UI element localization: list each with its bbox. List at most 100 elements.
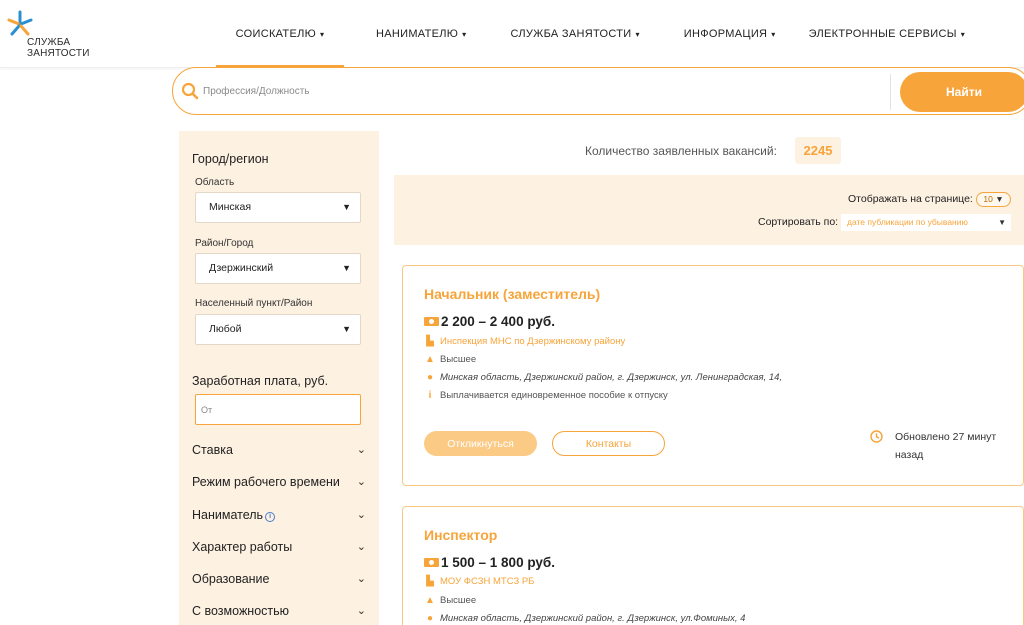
locality-label: Населенный пункт/Район bbox=[195, 298, 313, 309]
filter-work-schedule-label: Режим рабочего времени bbox=[192, 475, 340, 489]
location-heading: Город/регион bbox=[192, 152, 269, 166]
filter-education[interactable]: Образование ⌄ bbox=[192, 572, 366, 586]
locality-select[interactable]: Любой ▼ bbox=[195, 314, 361, 345]
vacancy-title[interactable]: Начальник (заместитель) bbox=[424, 286, 600, 302]
vacancy-card[interactable]: Начальник (заместитель) 2 200 – 2 400 ру… bbox=[402, 265, 1024, 486]
logo-line-2: ЗАНЯТОСТИ bbox=[27, 48, 90, 59]
info-icon: i bbox=[428, 390, 432, 401]
vacancy-address: ● Минская область, Дзержинский район, г. … bbox=[424, 372, 782, 383]
district-select-value: Дзержинский bbox=[209, 262, 274, 274]
filter-rate-label: Ставка bbox=[192, 443, 233, 457]
chevron-down-icon: ⌄ bbox=[356, 444, 366, 456]
money-icon bbox=[424, 558, 439, 567]
vacancy-education: ▲ Высшее bbox=[424, 354, 476, 365]
location-pin-icon: ● bbox=[426, 372, 434, 383]
vacancy-salary: 1 500 – 1 800 руб. bbox=[424, 555, 555, 570]
sort-label: Сортировать по: bbox=[758, 216, 839, 228]
results-controls: Отображать на странице: 10 ▼ Сортировать… bbox=[394, 175, 1024, 245]
caret-down-icon: ▼ bbox=[342, 263, 351, 273]
vacancy-card[interactable]: Инспектор 1 500 – 1 800 руб. ▙ МОУ ФСЗН М… bbox=[402, 506, 1024, 625]
salary-heading: Заработная плата, руб. bbox=[192, 374, 329, 388]
vacancy-address-value: Минская область, Дзержинский район, г. Д… bbox=[440, 372, 783, 383]
page: СЛУЖБА ЗАНЯТОСТИ СОИСКАТЕЛЮ ▾ НАНИМАТЕЛЮ ▾… bbox=[0, 0, 1024, 625]
vacancy-address-value: Минская область, Дзержинский район, г. Д… bbox=[440, 613, 746, 624]
search-input[interactable] bbox=[203, 78, 883, 104]
header: СЛУЖБА ЗАНЯТОСТИ СОИСКАТЕЛЮ ▾ НАНИМАТЕЛЮ ▾… bbox=[0, 0, 1024, 68]
district-select[interactable]: Дзержинский ▼ bbox=[195, 253, 361, 284]
vacancy-count-label: Количество заявленных вакансий: bbox=[585, 144, 777, 158]
nav-jobseeker[interactable]: СОИСКАТЕЛЮ ▾ bbox=[216, 0, 344, 68]
vacancy-employer-name: Инспекция МНС по Дзержинскому району bbox=[440, 336, 626, 347]
logo[interactable]: СЛУЖБА ЗАНЯТОСТИ bbox=[6, 10, 96, 62]
vacancy-employer[interactable]: ▙ МОУ ФСЗН МТСЗ РБ bbox=[424, 576, 534, 587]
filter-employer-label: Наниматель bbox=[192, 508, 264, 522]
building-icon: ▙ bbox=[426, 336, 434, 347]
vacancy-education: ▲ Высшее bbox=[424, 595, 476, 606]
main-nav: СОИСКАТЕЛЮ ▾ НАНИМАТЕЛЮ ▾ СЛУЖБА ЗАНЯТОСТИ… bbox=[216, 0, 965, 68]
caret-down-icon: ▼ bbox=[342, 202, 351, 212]
respond-button[interactable]: Откликнуться bbox=[424, 431, 537, 456]
vacancy-count-badge: 2245 bbox=[795, 137, 841, 164]
info-icon[interactable]: i bbox=[265, 512, 276, 522]
filter-possibility[interactable]: С возможностью ⌄ bbox=[192, 604, 366, 618]
salary-from-input[interactable] bbox=[195, 394, 361, 425]
caret-down-icon: ▼ bbox=[342, 324, 351, 334]
nav-information[interactable]: ИНФОРМАЦИЯ ▾ bbox=[684, 0, 776, 68]
nav-e-services-label: ЭЛЕКТРОННЫЕ СЕРВИСЫ bbox=[808, 28, 957, 40]
region-label: Область bbox=[195, 177, 235, 188]
region-select[interactable]: Минская ▼ bbox=[195, 192, 361, 223]
logo-text: СЛУЖБА ЗАНЯТОСТИ bbox=[27, 37, 90, 59]
nav-employment-service-label: СЛУЖБА ЗАНЯТОСТИ bbox=[510, 28, 632, 40]
nav-e-services[interactable]: ЭЛЕКТРОННЫЕ СЕРВИСЫ ▾ bbox=[809, 0, 965, 68]
filter-rate[interactable]: Ставка ⌄ bbox=[192, 443, 366, 457]
nav-jobseeker-label: СОИСКАТЕЛЮ bbox=[235, 28, 317, 40]
clock-icon bbox=[870, 430, 883, 443]
vacancy-title[interactable]: Инспектор bbox=[424, 527, 497, 543]
chevron-down-icon: ⌄ bbox=[356, 476, 366, 488]
search-icon bbox=[181, 82, 199, 100]
vacancy-salary-value: 1 500 – 1 800 руб. bbox=[441, 555, 555, 570]
vacancy-salary-value: 2 200 – 2 400 руб. bbox=[441, 314, 555, 329]
filter-sidebar: Город/регион Область Минская ▼ Район/Гор… bbox=[179, 131, 379, 625]
filter-employer[interactable]: Наниматель i ⌄ bbox=[192, 508, 366, 522]
chevron-down-icon: ▾ bbox=[635, 29, 640, 39]
search-bar: Найти bbox=[172, 67, 1024, 115]
per-page-label: Отображать на странице: bbox=[848, 193, 973, 205]
filter-work-schedule[interactable]: Режим рабочего времени ⌄ bbox=[192, 475, 366, 489]
chevron-down-icon: ⌄ bbox=[356, 509, 366, 521]
vacancy-education-value: Высшее bbox=[440, 595, 477, 606]
graduation-cap-icon: ▲ bbox=[425, 354, 435, 365]
region-select-value: Минская bbox=[209, 201, 252, 213]
nav-employer[interactable]: НАНИМАТЕЛЮ ▾ bbox=[376, 0, 467, 68]
vacancy-address: ● Минская область, Дзержинский район, г. … bbox=[424, 613, 745, 624]
caret-down-icon: ▼ bbox=[998, 218, 1006, 227]
graduation-cap-icon: ▲ bbox=[425, 595, 435, 606]
filter-work-type-label: Характер работы bbox=[192, 540, 293, 554]
vacancy-salary: 2 200 – 2 400 руб. bbox=[424, 314, 555, 329]
chevron-down-icon: ⌄ bbox=[356, 573, 366, 585]
nav-employment-service[interactable]: СЛУЖБА ЗАНЯТОСТИ ▾ bbox=[511, 0, 640, 68]
nav-information-label: ИНФОРМАЦИЯ bbox=[683, 28, 768, 40]
locality-select-value: Любой bbox=[209, 323, 242, 335]
building-icon: ▙ bbox=[426, 576, 434, 587]
nav-employer-label: НАНИМАТЕЛЮ bbox=[376, 28, 459, 40]
vacancy-employer[interactable]: ▙ Инспекция МНС по Дзержинскому району bbox=[424, 336, 625, 347]
caret-down-icon: ▼ bbox=[995, 194, 1004, 204]
chevron-down-icon: ⌄ bbox=[356, 605, 366, 617]
contacts-button[interactable]: Контакты bbox=[552, 431, 665, 456]
filter-education-label: Образование bbox=[192, 572, 270, 586]
chevron-down-icon: ⌄ bbox=[356, 541, 366, 553]
vacancy-education-value: Высшее bbox=[440, 354, 477, 365]
search-button[interactable]: Найти bbox=[900, 72, 1024, 112]
chevron-down-icon: ▾ bbox=[462, 29, 467, 39]
filter-possibility-label: С возможностью bbox=[192, 604, 290, 618]
filter-work-type[interactable]: Характер работы ⌄ bbox=[192, 540, 366, 554]
district-label: Район/Город bbox=[195, 238, 254, 249]
vacancy-note-value: Выплачивается единовременное пособие к о… bbox=[440, 390, 668, 401]
sort-select[interactable]: дате публикации по убыванию ▼ bbox=[841, 214, 1011, 231]
logo-star-icon bbox=[7, 10, 33, 36]
vacancy-employer-name: МОУ ФСЗН МТСЗ РБ bbox=[440, 576, 535, 587]
per-page-select[interactable]: 10 ▼ bbox=[976, 192, 1011, 207]
chevron-down-icon: ▾ bbox=[960, 29, 966, 39]
search-divider bbox=[890, 74, 891, 110]
